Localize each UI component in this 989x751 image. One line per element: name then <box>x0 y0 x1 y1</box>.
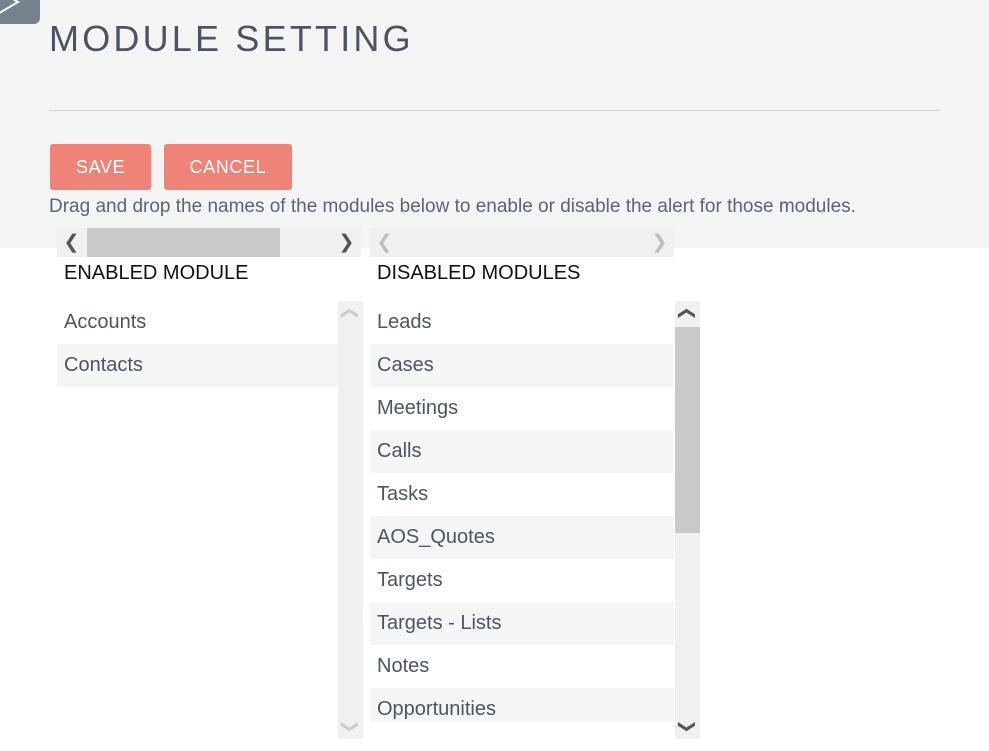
enabled-vertical-scrollbar[interactable]: ❮ ❯ <box>338 301 363 739</box>
list-item[interactable]: Cases <box>370 344 674 387</box>
list-item[interactable]: Leads <box>370 301 674 344</box>
enabled-modules-header: ENABLED MODULE <box>57 257 361 289</box>
list-item-label: Leads <box>377 311 432 333</box>
list-item-label: AOS_Quotes <box>377 526 495 548</box>
module-lists-area: ENABLED MODULE Accounts Contacts ❮ ❯ ❮ ❯ … <box>0 228 989 751</box>
disabled-horizontal-scrollbar[interactable]: ❮ ❯ <box>370 228 674 257</box>
cancel-button[interactable]: CANCEL <box>163 144 293 190</box>
page-title: MODULE SETTING <box>49 18 414 59</box>
list-item[interactable]: Targets <box>370 559 674 602</box>
enabled-modules-list[interactable]: Accounts Contacts <box>57 301 361 722</box>
list-item[interactable]: AOS_Quotes <box>370 516 674 559</box>
back-arrow-icon[interactable] <box>0 0 40 24</box>
disabled-vertical-scrollbar[interactable]: ❮ ❯ <box>675 301 700 739</box>
list-item-label: Cases <box>377 354 434 376</box>
list-item-label: Notes <box>377 655 430 677</box>
list-item-label: Accounts <box>64 311 147 333</box>
list-item[interactable]: Contacts <box>57 344 361 387</box>
enabled-horizontal-scrollbar[interactable]: ❮ ❯ <box>57 228 361 257</box>
list-item[interactable]: Notes <box>370 645 674 688</box>
list-item-label: Targets - Lists <box>377 612 502 634</box>
list-item-label: Calls <box>377 440 422 462</box>
list-item[interactable]: Targets - Lists <box>370 602 674 645</box>
list-item-label: Opportunities <box>377 698 496 720</box>
chevron-left-icon[interactable]: ❮ <box>370 228 399 257</box>
list-item[interactable]: Calls <box>370 430 674 473</box>
chevron-up-icon[interactable]: ❮ <box>675 301 700 326</box>
chevron-up-icon[interactable]: ❮ <box>338 301 363 326</box>
list-item[interactable]: Accounts <box>57 301 361 344</box>
action-button-row: SAVE CANCEL <box>50 144 293 190</box>
list-item[interactable]: Meetings <box>370 387 674 430</box>
list-item[interactable]: Tasks <box>370 473 674 516</box>
save-button[interactable]: SAVE <box>50 144 152 190</box>
disabled-modules-list[interactable]: Leads Cases Meetings Calls Tasks AOS_Quotes Ta… <box>370 301 674 722</box>
disabled-vscroll-thumb[interactable] <box>675 327 700 533</box>
header-divider <box>49 110 940 111</box>
instructions-text: Drag and drop the names of the modules b… <box>49 196 856 217</box>
chevron-down-icon[interactable]: ❯ <box>675 714 700 739</box>
disabled-modules-header: DISABLED MODULES <box>370 257 674 289</box>
list-item[interactable]: Opportunities <box>370 688 674 722</box>
list-item-label: Tasks <box>377 483 429 505</box>
enabled-hscroll-thumb[interactable] <box>87 228 280 257</box>
list-item-label: Targets <box>377 569 443 591</box>
list-item-label: Contacts <box>64 354 143 376</box>
chevron-right-icon[interactable]: ❯ <box>332 228 361 257</box>
chevron-down-icon[interactable]: ❯ <box>338 714 363 739</box>
list-item-label: Meetings <box>377 397 459 419</box>
chevron-right-icon[interactable]: ❯ <box>645 228 674 257</box>
chevron-left-icon[interactable]: ❮ <box>57 228 86 257</box>
